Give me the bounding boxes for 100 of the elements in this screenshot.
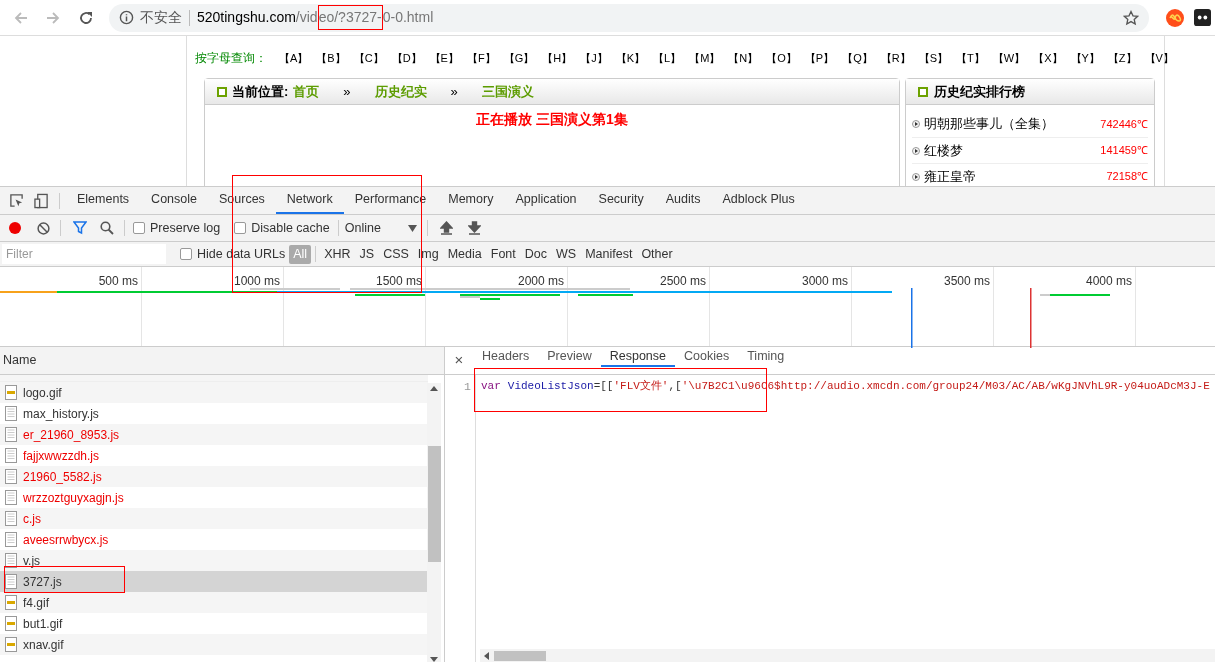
address-bar[interactable]: 不安全 520tingshu.com/video/?3727-0-0.html: [109, 3, 1149, 32]
letter-link[interactable]: 【V】: [1144, 49, 1174, 67]
letter-link[interactable]: 【F】: [466, 49, 496, 67]
extension-icon[interactable]: [1194, 9, 1211, 26]
checkbox[interactable]: [234, 222, 247, 234]
search-icon[interactable]: [100, 221, 114, 235]
request-row[interactable]: logo.gif: [0, 382, 428, 403]
filter-type-button[interactable]: JS: [355, 244, 379, 264]
line-number: 1: [463, 379, 471, 394]
letter-link[interactable]: 【P】: [804, 49, 835, 67]
letter-link[interactable]: 【Y】: [1070, 49, 1100, 67]
document-icon: [5, 490, 17, 505]
breadcrumb-separator: »: [343, 82, 351, 101]
ranking-link[interactable]: 明朝那些事儿（全集）: [924, 114, 1097, 134]
letter-link[interactable]: 【J】: [580, 49, 608, 67]
filter-type-button[interactable]: Manifest: [581, 244, 637, 264]
timeline-tick-label: 2500 ms: [659, 274, 706, 288]
letter-link[interactable]: 【O】: [766, 49, 797, 67]
image-file-icon: [5, 385, 17, 400]
letter-link[interactable]: 【L】: [653, 49, 682, 67]
letter-link[interactable]: 【X】: [1033, 49, 1063, 67]
down-arrow-icon[interactable]: [430, 657, 438, 662]
timeline-tick-label: 3500 ms: [943, 274, 990, 288]
device-icon[interactable]: [34, 192, 49, 209]
square-icon: [217, 86, 227, 97]
devtools-tab[interactable]: Security: [587, 187, 655, 214]
scrollbar-thumb[interactable]: [427, 446, 441, 562]
column-header[interactable]: Name: [0, 347, 444, 375]
filter-type-button[interactable]: Other: [637, 244, 677, 264]
url-text: /vid: [295, 8, 318, 27]
star-icon[interactable]: [1123, 9, 1139, 26]
scrollbar[interactable]: [427, 383, 441, 662]
record-button[interactable]: [9, 222, 21, 234]
letter-link[interactable]: 【A】: [279, 49, 309, 67]
request-row[interactable]: xnav.gif: [0, 634, 428, 655]
request-row[interactable]: er_21960_8953.js: [0, 424, 428, 445]
document-icon: [5, 406, 17, 421]
ranking-link[interactable]: 红楼梦: [924, 140, 1097, 161]
url-text: 520tingshu.com: [197, 8, 296, 27]
upload-icon[interactable]: [439, 221, 453, 235]
reload-icon[interactable]: [78, 9, 94, 26]
letter-link[interactable]: 【G】: [503, 49, 535, 67]
devtools-tab[interactable]: Memory: [437, 187, 505, 214]
filter-type-button[interactable]: WS: [552, 244, 581, 264]
letter-link[interactable]: 【K】: [615, 49, 646, 67]
detail-tab[interactable]: Preview: [538, 347, 601, 367]
devtools-tab[interactable]: Console: [140, 187, 208, 214]
horizontal-scrollbar[interactable]: [480, 649, 1215, 662]
left-arrow-icon[interactable]: [484, 651, 489, 660]
detail-tab[interactable]: Response: [600, 347, 675, 367]
letter-link[interactable]: 【N】: [728, 49, 759, 67]
download-icon[interactable]: [467, 221, 481, 235]
request-row[interactable]: 21960_5582.js: [0, 466, 428, 487]
filter-type-button[interactable]: Media: [443, 244, 486, 264]
timeline-tick-label: 500 ms: [98, 274, 138, 288]
throttle-dropdown[interactable]: Online: [344, 218, 417, 238]
filter-type-button[interactable]: CSS: [379, 244, 413, 264]
filter-type-button[interactable]: Doc: [520, 244, 551, 264]
info-icon[interactable]: [119, 10, 134, 25]
devtools-tab[interactable]: Audits: [654, 187, 712, 214]
document-icon: [5, 574, 17, 589]
letter-link[interactable]: 【T】: [956, 49, 985, 67]
letter-link[interactable]: 【Z】: [1107, 49, 1137, 67]
letter-link[interactable]: 【S】: [918, 49, 949, 67]
letter-filter-label: 按字母查询：: [195, 50, 267, 67]
detail-tab[interactable]: Cookies: [675, 347, 739, 367]
devtools-tab[interactable]: Elements: [66, 187, 141, 214]
request-row[interactable]: f4.gif: [0, 592, 428, 613]
detail-tab[interactable]: Timing: [738, 347, 794, 367]
timeline-tick-label: 3000 ms: [801, 274, 848, 288]
request-row[interactable]: v.js: [0, 550, 428, 571]
breadcrumb-separator: »: [450, 82, 458, 101]
filter-type-button[interactable]: XHR: [320, 244, 355, 264]
request-row[interactable]: c.js: [0, 508, 428, 529]
up-arrow-icon[interactable]: [430, 386, 438, 391]
letter-link[interactable]: 【E】: [429, 49, 459, 67]
letter-link[interactable]: 【D】: [391, 49, 422, 67]
letter-link[interactable]: 【H】: [542, 49, 573, 67]
document-icon: [5, 532, 17, 547]
letter-link[interactable]: 【B】: [316, 49, 346, 67]
detail-tab[interactable]: Headers: [473, 347, 539, 367]
letter-link[interactable]: 【W】: [992, 49, 1026, 67]
letter-link[interactable]: 【Q】: [842, 49, 873, 67]
filter-type-button[interactable]: Font: [486, 244, 520, 264]
devtools-tab[interactable]: Application: [504, 187, 588, 214]
ranking-link[interactable]: 雍正皇帝: [924, 166, 1103, 187]
clear-icon[interactable]: [37, 221, 50, 235]
inspect-icon[interactable]: [9, 193, 24, 208]
close-button[interactable]: ×: [445, 346, 473, 374]
checkbox[interactable]: [133, 222, 145, 234]
filter-field[interactable]: Filter: [2, 244, 166, 264]
filter-icon[interactable]: [73, 221, 87, 235]
request-row[interactable]: 3727.js: [0, 571, 428, 592]
checkbox[interactable]: [180, 248, 192, 260]
image-file-icon: [5, 595, 17, 610]
letter-link[interactable]: 【M】: [689, 49, 721, 67]
scrollbar-thumb[interactable]: [494, 650, 546, 661]
devtools-tab[interactable]: Adblock Plus: [711, 187, 806, 214]
letter-link[interactable]: 【R】: [880, 49, 911, 67]
letter-link[interactable]: 【C】: [353, 49, 384, 67]
